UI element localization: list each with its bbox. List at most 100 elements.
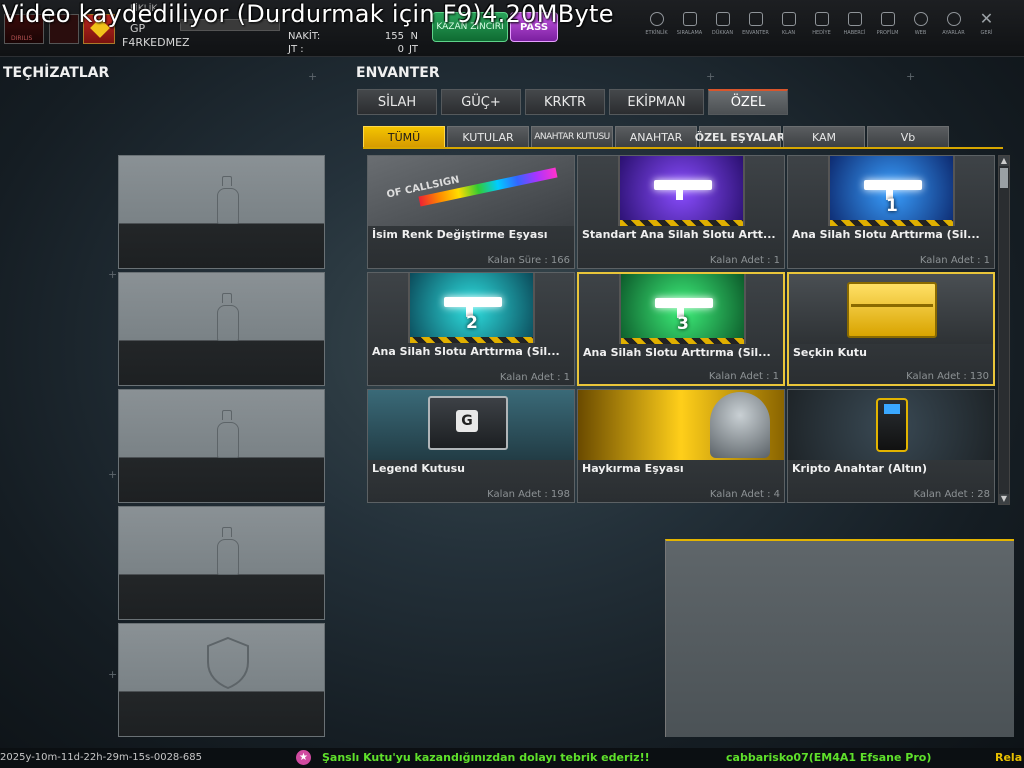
nav-back[interactable]: ✕ GERİ bbox=[970, 8, 1003, 50]
shout-item-art bbox=[578, 390, 784, 460]
tab-equipment[interactable]: EKİPMAN bbox=[609, 89, 704, 115]
nav-label: HABERCİ bbox=[843, 30, 866, 36]
nav-shop[interactable]: DÜKKAN bbox=[706, 8, 739, 50]
nav-web[interactable]: WEB bbox=[904, 8, 937, 50]
nav-label: GERİ bbox=[980, 30, 993, 36]
subtab-key-box[interactable]: ANAHTAR KUTUSU bbox=[531, 126, 613, 148]
item-card[interactable]: Standart Ana Silah Slotu Artt... Kalan A… bbox=[577, 155, 785, 269]
item-name: Ana Silah Slotu Arttırma (Sil... bbox=[372, 345, 560, 358]
jt-value: 0 bbox=[397, 44, 404, 55]
item-name: Haykırma Eşyası bbox=[582, 462, 684, 475]
cash-row: NAKİT: 155 N bbox=[288, 31, 418, 42]
equipment-slot[interactable] bbox=[118, 506, 325, 620]
inventory-sub-tabs: TÜMÜ KUTULAR ANAHTAR KUTUSU ANAHTAR ÖZEL… bbox=[363, 126, 949, 148]
nav-profile[interactable]: PROFİLM bbox=[871, 8, 904, 50]
weapon-slot-art: 2 bbox=[408, 273, 535, 343]
item-grid: OF CALLSIGN İsim Renk Değiştirme Eşyası … bbox=[367, 155, 995, 503]
subtab-misc[interactable]: Vb bbox=[867, 126, 949, 148]
item-name: Ana Silah Slotu Arttırma (Sil... bbox=[583, 346, 771, 359]
scroll-down-icon[interactable]: ▼ bbox=[999, 494, 1009, 504]
deco-plus: + bbox=[308, 70, 318, 83]
recording-overlay: Video kaydediliyor (Durdurmak için F9)4.… bbox=[2, 0, 614, 28]
nav-settings[interactable]: AYARLAR bbox=[937, 8, 970, 50]
item-meta: Kalan Adet : 198 bbox=[487, 489, 570, 500]
equipment-title: TEÇHİZATLAR bbox=[3, 65, 110, 81]
tab-character[interactable]: KRKTR bbox=[525, 89, 605, 115]
spray-icon bbox=[217, 410, 239, 460]
item-detail-panel bbox=[665, 539, 1014, 737]
deco-plus: + bbox=[706, 70, 716, 83]
profile-icon bbox=[880, 12, 895, 26]
nav-label: AYARLAR bbox=[942, 30, 965, 36]
item-meta: Kalan Adet : 1 bbox=[919, 255, 990, 266]
callsign-art: OF CALLSIGN bbox=[368, 156, 574, 226]
subtab-camo[interactable]: KAM bbox=[783, 126, 865, 148]
subtab-special-items[interactable]: ÖZEL EŞYALAR bbox=[695, 126, 785, 148]
item-grid-scrollbar[interactable]: ▲ ▼ bbox=[998, 155, 1010, 505]
subtab-keys[interactable]: ANAHTAR bbox=[615, 126, 697, 148]
cart-icon bbox=[715, 12, 730, 26]
item-card-selected[interactable]: 3 Ana Silah Slotu Arttırma (Sil... Kalan… bbox=[577, 272, 785, 386]
chat-tail: Rela bbox=[995, 751, 1023, 764]
item-art: 2 bbox=[368, 273, 574, 343]
slot-number: 2 bbox=[466, 313, 478, 333]
item-card[interactable]: 1 Ana Silah Slotu Arttırma (Sil... Kalan… bbox=[787, 155, 995, 269]
item-card[interactable]: G Legend Kutusu Kalan Adet : 198 bbox=[367, 389, 575, 503]
nav-label: KLAN bbox=[781, 30, 796, 36]
gear-icon bbox=[946, 12, 961, 26]
item-meta: Kalan Adet : 1 bbox=[709, 255, 780, 266]
equipment-slot[interactable] bbox=[118, 389, 325, 503]
inventory-icon bbox=[748, 12, 763, 26]
item-card[interactable]: OF CALLSIGN İsim Renk Değiştirme Eşyası … bbox=[367, 155, 575, 269]
item-card-selected[interactable]: Seçkin Kutu Kalan Adet : 130 bbox=[787, 272, 995, 386]
tab-power[interactable]: GÜÇ+ bbox=[441, 89, 521, 115]
equipment-slot[interactable] bbox=[118, 623, 325, 737]
scroll-up-icon[interactable]: ▲ bbox=[999, 156, 1009, 166]
nav-inventory[interactable]: ENVANTER bbox=[739, 8, 772, 50]
event-icon bbox=[649, 12, 664, 26]
equipment-slot[interactable] bbox=[118, 272, 325, 386]
item-art: 1 bbox=[788, 156, 994, 226]
inventory-main-tabs: SİLAH GÜÇ+ KRKTR EKİPMAN ÖZEL bbox=[357, 89, 788, 115]
item-name: Ana Silah Slotu Arttırma (Sil... bbox=[792, 228, 980, 241]
scroll-thumb[interactable] bbox=[1000, 168, 1008, 188]
subtab-underline bbox=[363, 147, 1003, 149]
tab-weapon[interactable]: SİLAH bbox=[357, 89, 437, 115]
item-name: Seçkin Kutu bbox=[793, 346, 867, 359]
spray-icon bbox=[217, 293, 239, 343]
nav-gift[interactable]: HEDİYE bbox=[805, 8, 838, 50]
nav-ranking[interactable]: SIRALAMA bbox=[673, 8, 706, 50]
deco-plus: + bbox=[108, 468, 118, 481]
item-card[interactable]: 2 Ana Silah Slotu Arttırma (Sil... Kalan… bbox=[367, 272, 575, 386]
shield-icon bbox=[207, 636, 249, 690]
megaphone-icon bbox=[847, 12, 862, 26]
item-name: Standart Ana Silah Slotu Artt... bbox=[582, 228, 776, 241]
chat-user: cabbarisko07(EM4A1 Efsane Pro) bbox=[726, 751, 932, 764]
jt-row: JT : 0 JT bbox=[288, 44, 418, 55]
item-card[interactable]: Kripto Anahtar (Altın) Kalan Adet : 28 bbox=[787, 389, 995, 503]
crypto-key-art bbox=[788, 390, 994, 460]
nav-event[interactable]: ETKİNLİK bbox=[640, 8, 673, 50]
nav-label: PROFİLM bbox=[876, 30, 899, 36]
item-meta: Kalan Adet : 4 bbox=[709, 489, 780, 500]
item-art bbox=[578, 156, 784, 226]
legend-box-art: G bbox=[368, 390, 574, 460]
nav-clan[interactable]: KLAN bbox=[772, 8, 805, 50]
clan-icon bbox=[781, 12, 796, 26]
star-icon: ★ bbox=[296, 750, 311, 765]
jt-label: JT : bbox=[288, 44, 304, 55]
item-name: Kripto Anahtar (Altın) bbox=[792, 462, 927, 475]
subtab-boxes[interactable]: KUTULAR bbox=[447, 126, 529, 148]
item-name: Legend Kutusu bbox=[372, 462, 465, 475]
close-icon: ✕ bbox=[979, 9, 994, 28]
item-card[interactable]: Haykırma Eşyası Kalan Adet : 4 bbox=[577, 389, 785, 503]
nav-messenger[interactable]: HABERCİ bbox=[838, 8, 871, 50]
equipment-slot[interactable] bbox=[118, 155, 325, 269]
nav-label: HEDİYE bbox=[812, 30, 831, 36]
subtab-all[interactable]: TÜMÜ bbox=[363, 126, 445, 148]
weapon-slot-art bbox=[618, 156, 745, 226]
tab-special[interactable]: ÖZEL bbox=[708, 89, 788, 115]
jt-unit: JT bbox=[408, 44, 418, 55]
slot-number: 1 bbox=[886, 196, 898, 216]
item-name: İsim Renk Değiştirme Eşyası bbox=[372, 228, 548, 241]
